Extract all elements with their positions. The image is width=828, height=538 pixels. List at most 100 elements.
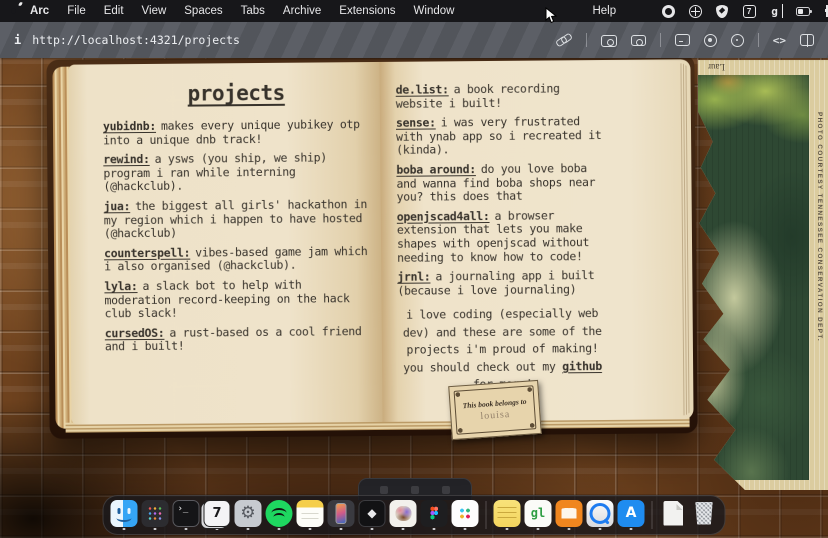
menu-tabs[interactable]: Tabs	[232, 5, 274, 17]
terminal-icon: ›_	[173, 500, 200, 527]
dock-spotify[interactable]	[266, 500, 293, 531]
project-link-jua[interactable]: jua:	[104, 199, 131, 213]
dock-figma[interactable]	[421, 500, 448, 531]
menu-extensions[interactable]: Extensions	[330, 5, 404, 17]
battery-icon[interactable]	[796, 4, 810, 18]
toolbar-actions: <>	[556, 33, 814, 47]
menu-spaces[interactable]: Spaces	[175, 5, 231, 17]
postcard-caption: PHOTO COURTESY TENNESSEE CONSERVATION DE…	[816, 112, 823, 342]
project-link-openjscad4all[interactable]: openjscad4all:	[397, 209, 490, 224]
dock-divider	[486, 501, 487, 529]
project-text: a slack bot to help with moderation reco…	[104, 278, 349, 321]
input-grid-icon[interactable]	[688, 4, 702, 18]
element-picker-icon[interactable]	[731, 34, 744, 47]
dock-pdf-document[interactable]	[660, 500, 687, 531]
gl-app-icon: gl	[525, 500, 552, 527]
notes-icon	[297, 500, 324, 527]
pip-icon[interactable]	[601, 35, 617, 47]
media-wheel-icon[interactable]	[704, 34, 717, 47]
g-letter-icon[interactable]: g	[769, 4, 783, 18]
menu-view[interactable]: View	[133, 5, 176, 17]
dock-iphone-mirroring[interactable]	[328, 500, 355, 531]
calendar-icon: 7	[204, 500, 231, 527]
pdf-document-icon	[660, 500, 687, 527]
dock-slack[interactable]	[452, 500, 479, 531]
iphone-mirroring-icon	[328, 500, 355, 527]
project-link-counterspell[interactable]: counterspell:	[104, 245, 190, 260]
dock-quicktime[interactable]	[587, 500, 614, 531]
copy-link-icon[interactable]	[556, 33, 572, 47]
launchpad-icon	[142, 500, 169, 527]
open-book-page: projects yubidnb:makes every unique yubi…	[54, 59, 693, 425]
dock-gl-app[interactable]: gl	[525, 500, 552, 531]
project-link-jrnl[interactable]: jrnl:	[397, 270, 430, 284]
project-link-cursedos[interactable]: cursedOS:	[105, 326, 165, 341]
dock-books[interactable]	[556, 500, 583, 531]
project-link-delist[interactable]: de.list:	[396, 82, 449, 96]
page-title: projects	[103, 80, 370, 106]
dock-trash[interactable]	[691, 500, 718, 531]
dock-stickies[interactable]	[494, 500, 521, 531]
trash-icon	[691, 500, 718, 527]
dock: ›_ 7 gl A	[103, 495, 726, 536]
github-link[interactable]: github	[562, 359, 602, 373]
project-link-boba-around[interactable]: boba around:	[396, 162, 476, 177]
desktop-wallpaper: projects yubidnb:makes every unique yubi…	[0, 58, 828, 538]
address-bar[interactable]: http://localhost:4321/projects	[32, 33, 240, 47]
dev-console-icon[interactable]	[675, 34, 690, 46]
dock-divider	[652, 501, 653, 529]
stickies-icon	[494, 500, 521, 527]
cube-app-icon	[359, 500, 386, 527]
project-entry-jua: jua:the biggest all girls' hackathon in …	[104, 198, 371, 241]
figma-icon	[421, 500, 448, 527]
postcard-photo	[694, 75, 809, 480]
project-link-yubidnb[interactable]: yubidnb:	[103, 119, 156, 133]
mouse-cursor	[545, 7, 558, 24]
dock-app-store[interactable]: A	[618, 500, 645, 531]
menu-arc[interactable]: Arc	[21, 5, 58, 17]
project-entry-counterspell: counterspell:vibes-based game jam which …	[104, 245, 371, 275]
menu-archive[interactable]: Archive	[274, 5, 330, 17]
project-entry-rewind: rewind:a ysws (you ship, we ship) progra…	[103, 151, 370, 194]
dock-finder[interactable]	[111, 500, 138, 531]
toolbar-divider	[586, 33, 587, 47]
utensils-icon[interactable]	[823, 4, 828, 18]
dock-calendar[interactable]: 7	[204, 500, 231, 531]
pointer-circle-icon[interactable]	[661, 4, 675, 18]
menu-bar: Arc File Edit View Spaces Tabs Archive E…	[0, 0, 828, 22]
project-link-rewind[interactable]: rewind:	[103, 152, 149, 166]
menu-edit[interactable]: Edit	[95, 5, 133, 17]
settings-gear-icon	[235, 500, 262, 527]
finder-icon	[111, 500, 138, 527]
dock-arc-browser[interactable]	[390, 500, 417, 531]
dock-notes[interactable]	[297, 500, 324, 531]
project-entry-lyla: lyla:a slack bot to help with moderation…	[104, 278, 371, 321]
site-info-icon[interactable]: i	[14, 33, 21, 47]
torn-postcard: Laur PHOTO COURTESY TENNESSEE CONSERVATI…	[694, 60, 828, 490]
quicktime-icon	[587, 500, 614, 527]
project-link-lyla[interactable]: lyla:	[104, 279, 137, 293]
code-view-icon[interactable]: <>	[773, 34, 786, 47]
shield-icon[interactable]	[715, 4, 729, 18]
menu-file[interactable]: File	[58, 5, 95, 17]
menu-window[interactable]: Window	[405, 5, 464, 17]
calendar-7-icon[interactable]: 7	[742, 4, 756, 18]
dock-launchpad[interactable]	[142, 500, 169, 531]
dock-system-settings[interactable]	[235, 500, 262, 531]
project-entry-delist: de.list:a book recording website i built…	[396, 82, 605, 111]
dock-cube-app[interactable]	[359, 500, 386, 531]
toolbar-divider	[758, 33, 759, 47]
book-left-page: projects yubidnb:makes every unique yubi…	[68, 62, 382, 425]
app-store-icon: A	[618, 500, 645, 527]
bookplate-owner: louisa	[480, 409, 511, 422]
bookplate-label: This book belongs to louisa	[448, 380, 542, 440]
split-view-icon[interactable]	[800, 34, 814, 46]
project-entry-sense: sense:i was very frustrated with ynab ap…	[396, 115, 605, 158]
screenshot-camera-icon[interactable]	[631, 35, 646, 46]
menu-help[interactable]: Help	[583, 5, 625, 17]
project-link-sense[interactable]: sense:	[396, 116, 436, 130]
project-entry-yubidnb: yubidnb:makes every unique yubikey otp i…	[103, 118, 370, 148]
status-icon-cluster: 7 g 7 Oct 21:07	[661, 4, 828, 18]
dock-terminal[interactable]: ›_	[173, 500, 200, 531]
project-entry-boba-around: boba around:do you love boba and wanna f…	[396, 162, 605, 205]
